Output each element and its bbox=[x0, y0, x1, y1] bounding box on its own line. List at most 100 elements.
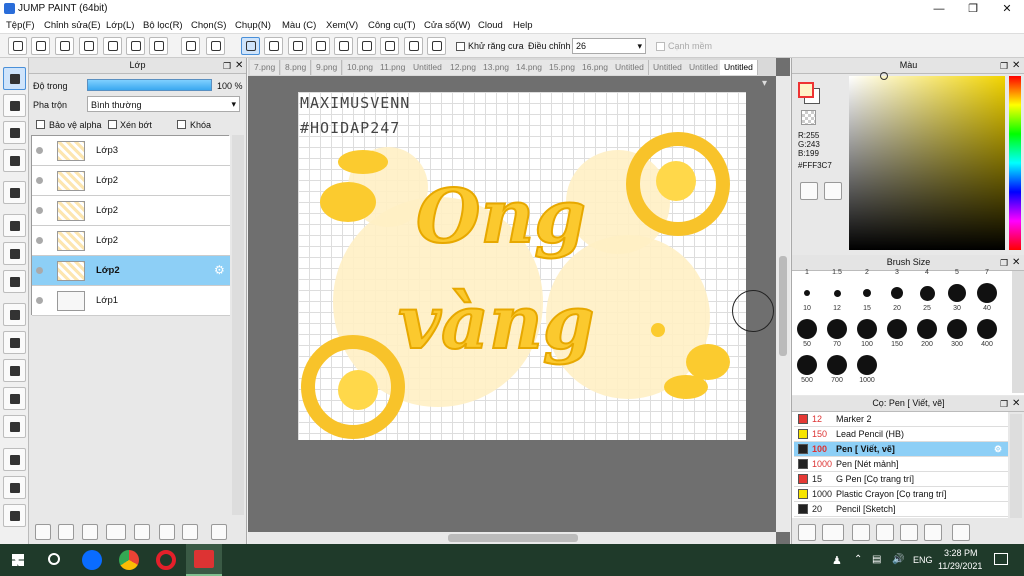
visibility-icon[interactable] bbox=[36, 297, 43, 304]
magic-wand-tool-icon[interactable] bbox=[3, 359, 26, 382]
panel-close-icon[interactable]: ✕ bbox=[235, 60, 243, 71]
protect-alpha-checkbox[interactable] bbox=[36, 120, 45, 129]
hue-slider[interactable] bbox=[1009, 76, 1021, 250]
merge-icon[interactable] bbox=[182, 524, 198, 540]
tab-document[interactable]: 14.png bbox=[512, 60, 547, 75]
menu-color[interactable]: Màu (C) bbox=[282, 20, 316, 31]
visibility-icon[interactable] bbox=[36, 207, 43, 214]
tab-document[interactable]: 12.png bbox=[446, 60, 481, 75]
clip-checkbox[interactable] bbox=[108, 120, 117, 129]
clock-date[interactable]: 11/29/2021 bbox=[938, 561, 982, 571]
layer-row[interactable]: Lớp2 bbox=[32, 226, 230, 256]
brush-size-dot[interactable] bbox=[977, 319, 997, 339]
brush-size-dot[interactable] bbox=[891, 287, 903, 299]
transparent-color-swatch[interactable] bbox=[801, 110, 816, 125]
horizontal-scrollbar[interactable] bbox=[248, 532, 776, 544]
layers-icon[interactable] bbox=[126, 37, 145, 55]
tab-document[interactable]: Untitled bbox=[409, 60, 447, 75]
brush-size-dot[interactable] bbox=[887, 319, 907, 339]
opera-icon[interactable] bbox=[156, 550, 176, 570]
minimize-icon[interactable]: — bbox=[922, 0, 956, 18]
menu-view[interactable]: Xem(V) bbox=[326, 20, 358, 31]
grid-icon[interactable] bbox=[149, 37, 168, 55]
brush-edit-icon[interactable] bbox=[876, 524, 894, 541]
volume-icon[interactable]: 🔊 bbox=[892, 554, 904, 565]
visibility-icon[interactable] bbox=[36, 267, 43, 274]
message-icon[interactable] bbox=[79, 37, 98, 55]
line-tool-icon[interactable] bbox=[3, 149, 26, 172]
select-pen-tool-icon[interactable] bbox=[3, 387, 26, 410]
redo-icon[interactable] bbox=[206, 37, 225, 55]
move-tool-icon[interactable] bbox=[3, 181, 26, 204]
page-icon[interactable] bbox=[103, 37, 122, 55]
layer-row[interactable]: Lớp2 bbox=[32, 196, 230, 226]
brush-size-dot[interactable] bbox=[977, 283, 997, 303]
brush-size-dot[interactable] bbox=[827, 319, 847, 339]
saturation-value-picker[interactable] bbox=[849, 76, 1005, 250]
operation-tool-icon[interactable] bbox=[3, 476, 26, 499]
gradient-tool-icon[interactable] bbox=[3, 270, 26, 293]
palette-edit-icon[interactable] bbox=[824, 182, 842, 200]
notification-icon[interactable] bbox=[994, 553, 1008, 565]
tab-document[interactable]: Untitled bbox=[685, 60, 723, 75]
add-brush-menu-icon[interactable] bbox=[822, 524, 844, 541]
smooth-checkbox[interactable] bbox=[656, 42, 665, 51]
brush-list-scrollbar[interactable] bbox=[1010, 414, 1022, 518]
menu-file[interactable]: Tệp(F) bbox=[6, 20, 35, 31]
brush-page-icon[interactable] bbox=[852, 524, 870, 541]
snap-parallel-icon[interactable] bbox=[264, 37, 283, 55]
menu-select[interactable]: Chọn(S) bbox=[191, 20, 226, 31]
snap-curve-icon[interactable] bbox=[380, 37, 399, 55]
visibility-icon[interactable] bbox=[36, 147, 43, 154]
snap-grid-icon[interactable] bbox=[288, 37, 307, 55]
opacity-slider[interactable] bbox=[87, 79, 212, 91]
brush-item[interactable]: 1000 Plastic Crayon [Cọ trang trí] bbox=[794, 487, 1008, 502]
layer-row[interactable]: Lớp2 bbox=[32, 166, 230, 196]
panel-close-icon[interactable]: ✕ bbox=[1012, 398, 1020, 409]
palette-icon[interactable] bbox=[800, 182, 818, 200]
pen-tool-icon[interactable] bbox=[3, 67, 26, 90]
windows-start-icon[interactable] bbox=[12, 554, 24, 566]
lasso-tool-icon[interactable] bbox=[3, 331, 26, 354]
maximize-icon[interactable]: ❐ bbox=[956, 0, 990, 18]
tab-document[interactable]: 11.png bbox=[376, 60, 411, 75]
brush-size-dot[interactable] bbox=[857, 355, 877, 375]
new-vector-layer-icon[interactable] bbox=[82, 524, 98, 540]
layer-row[interactable]: Lớp3 bbox=[32, 136, 230, 166]
brush-size-dot[interactable] bbox=[863, 289, 871, 297]
duplicate-icon[interactable] bbox=[924, 524, 942, 541]
layer-scrollbar[interactable] bbox=[232, 135, 244, 515]
select-eraser-tool-icon[interactable] bbox=[3, 415, 26, 438]
panel-float-icon[interactable]: ❐ bbox=[1000, 61, 1008, 72]
tab-document[interactable]: 15.png bbox=[545, 60, 580, 75]
fill-rect-tool-icon[interactable] bbox=[3, 214, 26, 237]
trash-icon[interactable] bbox=[952, 524, 970, 541]
layer-row[interactable]: Lớp1 bbox=[32, 286, 230, 316]
panel-float-icon[interactable]: ❐ bbox=[1000, 399, 1008, 410]
search-icon[interactable] bbox=[48, 553, 60, 565]
menu-cloud[interactable]: Cloud bbox=[478, 20, 503, 31]
eraser-tool-icon[interactable] bbox=[3, 94, 26, 117]
select-rect-tool-icon[interactable] bbox=[3, 303, 26, 326]
visibility-icon[interactable] bbox=[36, 177, 43, 184]
trash-icon[interactable] bbox=[211, 524, 227, 540]
brush-size-scrollbar[interactable] bbox=[1012, 271, 1024, 393]
gear-icon[interactable]: ⚙ bbox=[994, 442, 1002, 456]
layer-row-selected[interactable]: Lớp2 ⚙ bbox=[32, 256, 230, 286]
new-layer-icon[interactable] bbox=[35, 524, 51, 540]
text-tool-icon[interactable] bbox=[3, 448, 26, 471]
foreground-color-swatch[interactable] bbox=[798, 82, 814, 98]
close-icon[interactable]: ✕ bbox=[990, 0, 1024, 18]
vertical-scrollbar[interactable] bbox=[776, 76, 790, 532]
snap-settings-icon[interactable] bbox=[404, 37, 423, 55]
menu-filter[interactable]: Bộ lọc(R) bbox=[143, 20, 183, 31]
brush-item[interactable]: 12 Marker 2 bbox=[794, 412, 1008, 427]
tab-document[interactable]: 16.png bbox=[578, 60, 613, 75]
tab-document[interactable]: 13.png bbox=[479, 60, 514, 75]
brush-item[interactable]: 20 Pencil [Sketch] bbox=[794, 502, 1008, 517]
antialias-checkbox[interactable] bbox=[456, 42, 465, 51]
brush-size-dot[interactable] bbox=[804, 290, 810, 296]
tab-document[interactable]: 7.png bbox=[250, 60, 281, 75]
menu-edit[interactable]: Chỉnh sửa(E) bbox=[44, 20, 101, 31]
brush-item[interactable]: 1000 Pen [Nét mảnh] bbox=[794, 457, 1008, 472]
